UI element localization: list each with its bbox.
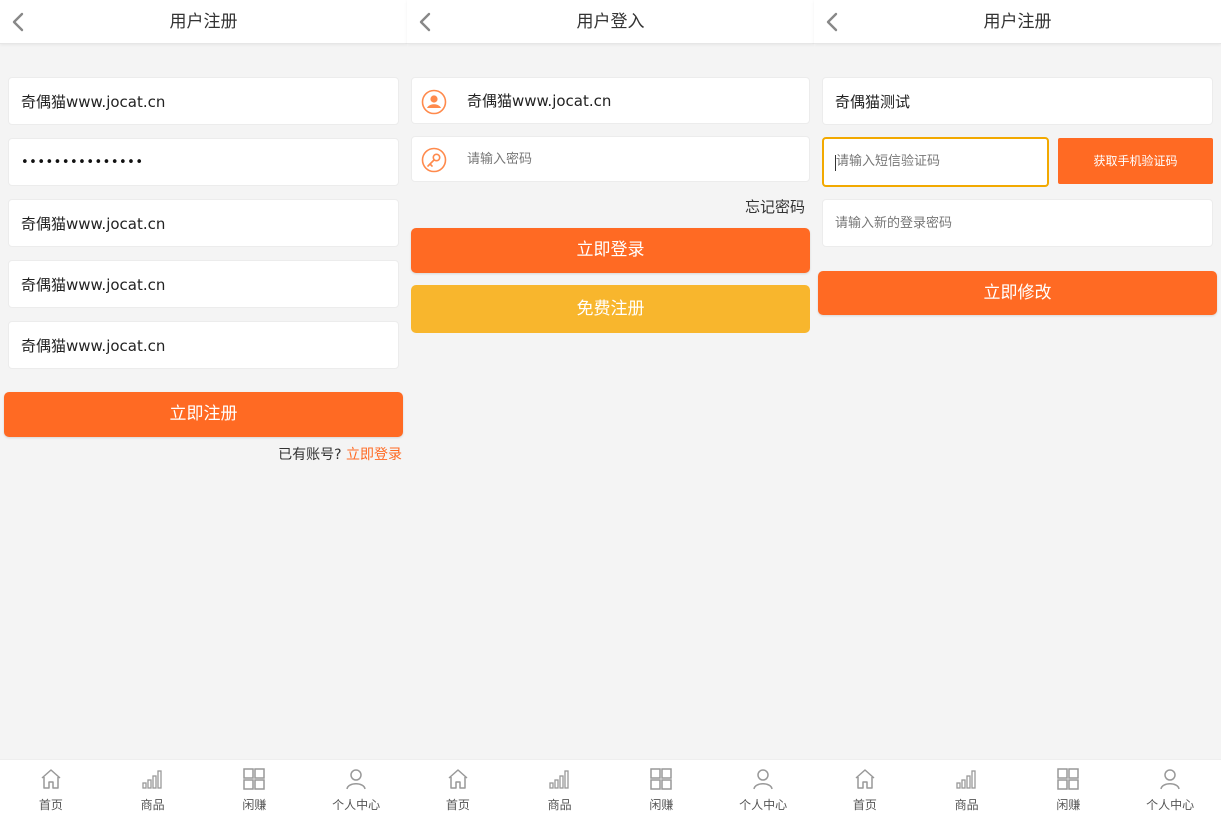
password-field[interactable]: 请输入密码: [411, 136, 810, 182]
sms-code-input[interactable]: 请输入短信验证码: [822, 137, 1049, 187]
username-value: 奇偶猫www.jocat.cn: [21, 93, 166, 111]
tab-bar: 首页 商品 闲赚 个人中心: [814, 759, 1221, 815]
tab-label: 商品: [954, 798, 979, 812]
get-sms-code-button[interactable]: 获取手机验证码: [1058, 138, 1213, 184]
tab-earn[interactable]: 闲赚: [611, 760, 713, 815]
bar-chart-icon: [548, 770, 569, 789]
tab-label: 商品: [140, 798, 165, 812]
tab-label: 首页: [445, 798, 470, 812]
login-button[interactable]: 立即登录: [411, 228, 810, 273]
username-value: 奇偶猫www.jocat.cn: [467, 92, 612, 110]
password-field[interactable]: •••••••••••••••: [8, 138, 399, 186]
tab-label: 闲赚: [1056, 798, 1081, 812]
tab-goods[interactable]: 商品: [916, 760, 1018, 815]
bar-chart-icon: [141, 770, 162, 789]
grid-icon: [1057, 768, 1080, 790]
tab-goods[interactable]: 商品: [509, 760, 611, 815]
tab-earn[interactable]: 闲赚: [1018, 760, 1120, 815]
username-field[interactable]: 奇偶猫www.jocat.cn: [8, 77, 399, 125]
register-button[interactable]: 立即注册: [4, 392, 403, 437]
password-placeholder: 请输入密码: [467, 152, 533, 167]
phone-field[interactable]: 奇偶猫www.jocat.cn: [8, 260, 399, 308]
new-password-field[interactable]: 请输入新的登录密码: [822, 199, 1213, 247]
invite-value: 奇偶猫www.jocat.cn: [21, 337, 166, 355]
login-link[interactable]: 立即登录: [346, 447, 402, 463]
tab-bar: 首页 商品 闲赚 个人中心: [0, 759, 407, 815]
tab-bar: 首页 商品 闲赚 个人中心: [407, 759, 814, 815]
grid-icon: [650, 768, 673, 790]
register-screen: 用户注册 奇偶猫www.jocat.cn ••••••••••••••• 奇偶猫…: [0, 0, 407, 815]
tab-profile[interactable]: 个人中心: [712, 760, 814, 815]
tab-label: 首页: [38, 798, 63, 812]
tab-profile[interactable]: 个人中心: [305, 760, 407, 815]
confirm-modify-button[interactable]: 立即修改: [818, 271, 1217, 315]
home-icon: [41, 769, 61, 789]
have-account-text: 已有账号?: [278, 447, 342, 463]
grid-icon: [243, 768, 266, 790]
confirm-password-field[interactable]: 奇偶猫www.jocat.cn: [8, 199, 399, 247]
user-circle-icon: [421, 89, 447, 115]
header: 用户注册: [814, 0, 1221, 44]
tab-home[interactable]: 首页: [814, 760, 916, 815]
tab-earn[interactable]: 闲赚: [204, 760, 306, 815]
tab-profile[interactable]: 个人中心: [1119, 760, 1221, 815]
tab-label: 商品: [547, 798, 572, 812]
tab-goods[interactable]: 商品: [102, 760, 204, 815]
forgot-password-link[interactable]: 忘记密码: [745, 196, 805, 217]
invite-field[interactable]: 奇偶猫www.jocat.cn: [8, 321, 399, 369]
name-value: 奇偶猫测试: [835, 93, 911, 111]
header: 用户登入: [407, 0, 814, 44]
page-title: 用户注册: [169, 12, 238, 32]
reset-password-screen: 用户注册 奇偶猫测试 请输入短信验证码 获取手机验证码 请输入新的登录密码 立即…: [814, 0, 1221, 815]
header: 用户注册: [0, 0, 407, 44]
user-icon: [346, 769, 366, 790]
page-title: 用户注册: [983, 12, 1052, 32]
login-prompt: 已有账号? 立即登录: [278, 444, 402, 464]
new-password-placeholder: 请输入新的登录密码: [835, 216, 953, 231]
sms-code-placeholder: 请输入短信验证码: [836, 154, 941, 169]
login-screen: 用户登入 奇偶猫www.jocat.cn 请输入密码 忘记密码 立即登录 免费注…: [407, 0, 814, 815]
tab-label: 个人中心: [739, 798, 788, 812]
bar-chart-icon: [955, 770, 976, 789]
tab-label: 闲赚: [649, 798, 674, 812]
tab-home[interactable]: 首页: [0, 760, 102, 815]
page-title: 用户登入: [576, 12, 645, 32]
tab-label: 个人中心: [332, 798, 381, 812]
tab-label: 个人中心: [1146, 798, 1195, 812]
name-field[interactable]: 奇偶猫测试: [822, 77, 1213, 125]
user-icon: [753, 769, 773, 790]
home-icon: [448, 769, 468, 789]
password-value: •••••••••••••••: [21, 155, 144, 170]
tab-label: 闲赚: [242, 798, 267, 812]
user-icon: [1160, 769, 1180, 790]
phone-value: 奇偶猫www.jocat.cn: [21, 276, 166, 294]
confirm-password-value: 奇偶猫www.jocat.cn: [21, 215, 166, 233]
tab-home[interactable]: 首页: [407, 760, 509, 815]
tab-label: 首页: [852, 798, 877, 812]
username-field[interactable]: 奇偶猫www.jocat.cn: [411, 77, 810, 124]
free-register-button[interactable]: 免费注册: [411, 285, 810, 333]
key-icon: [421, 147, 447, 173]
home-icon: [855, 769, 875, 789]
